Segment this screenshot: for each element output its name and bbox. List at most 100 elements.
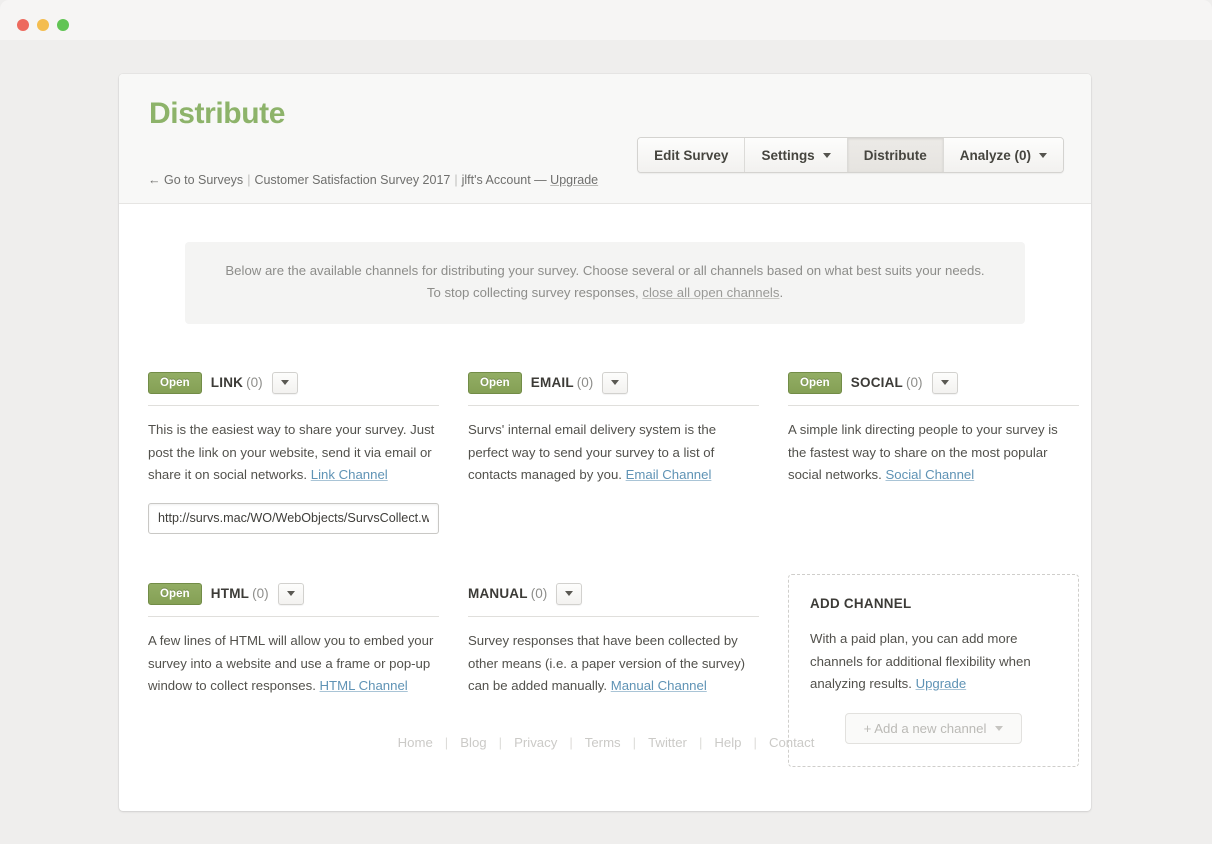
window-titlebar — [0, 0, 1212, 40]
minimize-window-button[interactable] — [37, 19, 49, 31]
channel-description: This is the easiest way to share your su… — [148, 419, 439, 487]
channel-name: SOCIAL — [850, 375, 903, 391]
page-footer: Home | Blog | Privacy | Terms | Twitter | Help | Con… — [0, 735, 1212, 750]
channel-name: HTML — [210, 586, 250, 602]
channel-options-dropdown[interactable] — [277, 582, 304, 605]
channel-count: (0) — [246, 375, 263, 391]
chevron-down-icon — [611, 380, 620, 386]
notice-line-1: Below are the available channels for dis… — [225, 263, 985, 278]
close-window-button[interactable] — [17, 19, 29, 31]
channel-card-social: Open SOCIAL (0) A simple link directing … — [788, 370, 1079, 534]
channel-description: Survey responses that have been collecte… — [468, 630, 759, 698]
footer-link-twitter[interactable]: Twitter — [648, 735, 687, 750]
footer-link-help[interactable]: Help — [714, 735, 741, 750]
nav-settings[interactable]: Settings — [745, 138, 848, 172]
close-all-open-channels-link[interactable]: close all open channels — [642, 285, 779, 300]
status-badge-open[interactable]: Open — [148, 371, 202, 394]
chevron-down-icon — [995, 726, 1004, 732]
add-channel-upgrade-link[interactable]: Upgrade — [916, 676, 967, 691]
channel-description: Survs' internal email delivery system is… — [468, 419, 759, 487]
footer-link-contact[interactable]: Contact — [769, 735, 814, 750]
channel-header: Open HTML (0) — [148, 581, 439, 607]
channel-options-dropdown[interactable] — [602, 371, 629, 394]
footer-link-privacy[interactable]: Privacy — [514, 735, 557, 750]
footer-separator: | — [498, 735, 503, 750]
page-viewport: Distribute ← Go to Surveys | Customer Sati… — [0, 40, 1212, 844]
breadcrumb: ← Go to Surveys | Customer Satisfaction Su… — [148, 173, 598, 187]
footer-separator: | — [444, 735, 449, 750]
nav-distribute-label: Distribute — [863, 147, 927, 163]
divider — [148, 615, 439, 617]
nav-edit-survey[interactable]: Edit Survey — [638, 138, 746, 172]
nav-distribute[interactable]: Distribute — [847, 138, 944, 172]
chevron-down-icon — [286, 591, 295, 597]
notice-line-2-prefix: To stop collecting survey responses, — [426, 284, 643, 300]
page-title: Distribute — [149, 97, 286, 130]
channel-card-email: Open EMAIL (0) Survs' internal email del… — [468, 370, 759, 534]
card-header: Distribute ← Go to Surveys | Customer Sati… — [119, 74, 1091, 204]
channel-header: Open SOCIAL (0) — [788, 370, 1079, 396]
breadcrumb-upgrade-link[interactable]: Upgrade — [550, 173, 598, 187]
nav-analyze[interactable]: Analyze (0) — [943, 138, 1063, 172]
channel-header: MANUAL (0) — [468, 581, 759, 607]
manual-channel-link[interactable]: Manual Channel — [611, 678, 707, 693]
top-nav: Edit Survey Settings Distribute Analyze … — [637, 137, 1064, 173]
card-body: Below are the available channels for dis… — [119, 242, 1091, 811]
divider — [148, 404, 439, 406]
status-badge-open[interactable]: Open — [788, 371, 842, 394]
chevron-down-icon — [565, 591, 574, 597]
chevron-down-icon — [280, 380, 289, 386]
status-badge-open[interactable]: Open — [468, 371, 522, 394]
divider — [788, 404, 1079, 406]
nav-analyze-label: Analyze (0) — [959, 147, 1031, 163]
chevron-down-icon — [822, 152, 831, 158]
link-channel-link[interactable]: Link Channel — [311, 467, 388, 482]
breadcrumb-go-to-surveys[interactable]: ← Go to Surveys — [148, 173, 243, 187]
channel-description: A few lines of HTML will allow you to em… — [148, 630, 439, 698]
divider — [468, 615, 759, 617]
channel-description-text: This is the easiest way to share your su… — [148, 421, 435, 483]
channel-options-dropdown[interactable] — [271, 371, 298, 394]
channel-count: (0) — [576, 375, 594, 391]
breadcrumb-separator-2: | — [454, 173, 458, 187]
footer-separator: | — [698, 735, 703, 750]
footer-separator: | — [569, 735, 573, 750]
distribute-notice: Below are the available channels for dis… — [185, 242, 1025, 324]
window-controls — [17, 19, 69, 31]
channel-count: (0) — [252, 586, 269, 602]
channel-description: A simple link directing people to your s… — [788, 419, 1079, 487]
add-channel-description: With a paid plan, you can add more chann… — [810, 628, 1057, 696]
channel-count: (0) — [530, 586, 548, 602]
footer-link-terms[interactable]: Terms — [585, 735, 621, 750]
channel-name: MANUAL — [468, 586, 528, 602]
channel-name: EMAIL — [530, 375, 574, 391]
nav-edit-survey-label: Edit Survey — [654, 147, 729, 163]
chevron-down-icon — [1039, 152, 1047, 158]
channel-options-dropdown[interactable] — [931, 371, 958, 394]
survey-url-input[interactable] — [148, 502, 439, 534]
zoom-window-button[interactable] — [57, 19, 69, 31]
add-channel-title: ADD CHANNEL — [810, 595, 912, 611]
notice-line-2-suffix: . — [779, 284, 784, 300]
footer-separator: | — [753, 735, 757, 750]
html-channel-link[interactable]: HTML Channel — [320, 678, 408, 693]
channel-header: Open LINK (0) — [148, 370, 439, 396]
distribute-card: Distribute ← Go to Surveys | Customer Sati… — [119, 74, 1091, 812]
channel-options-dropdown[interactable] — [556, 582, 583, 605]
add-new-channel-label: + Add a new channel — [863, 721, 987, 737]
breadcrumb-separator-1: | — [247, 173, 251, 187]
channel-card-link: Open LINK (0) This is the easiest way to… — [148, 370, 439, 534]
email-channel-link[interactable]: Email Channel — [626, 467, 712, 482]
social-channel-link[interactable]: Social Channel — [885, 467, 974, 482]
footer-link-blog[interactable]: Blog — [460, 735, 486, 750]
channel-name: LINK — [210, 375, 244, 391]
channel-header: Open EMAIL (0) — [468, 370, 759, 396]
channel-grid: Open LINK (0) This is the easiest way to… — [119, 370, 1091, 768]
divider — [468, 404, 759, 406]
breadcrumb-account: jlft's Account — — [461, 173, 547, 187]
footer-link-home[interactable]: Home — [398, 735, 433, 750]
footer-separator: | — [632, 735, 637, 750]
nav-settings-label: Settings — [761, 147, 815, 163]
status-badge-open[interactable]: Open — [148, 582, 202, 605]
browser-window: Distribute ← Go to Surveys | Customer Sati… — [0, 0, 1212, 844]
